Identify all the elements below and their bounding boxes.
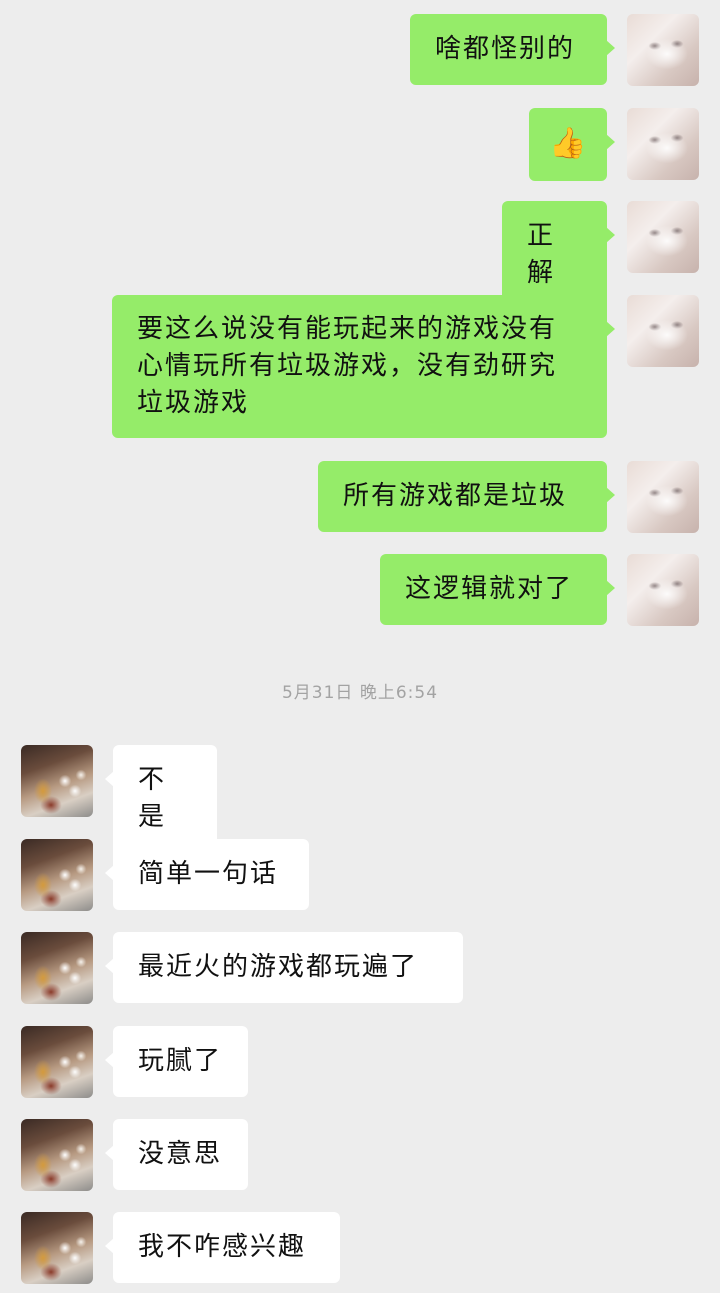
message-text: 没意思 [138,1139,223,1169]
message-bubble-sent[interactable]: 啥都怪别的 [410,14,615,85]
my-avatar[interactable] [627,14,699,86]
message-bubble-sent[interactable]: 要这么说没有能玩起来的游戏没有心情玩所有垃圾游戏，没有劲研究垃圾游戏 [112,295,615,438]
message-bubble-received[interactable]: 没意思 [105,1119,248,1190]
chat-area[interactable]: 啥都怪别的 👍 正解 要这么说没有能玩起来的游戏没有心情玩所有垃圾游戏，没有劲研… [0,0,720,1293]
bubble-tail [105,865,114,881]
bubble-tail [606,487,615,503]
contact-avatar[interactable] [21,839,93,911]
message-text: 啥都怪别的 [435,34,576,64]
message-text: 不是 [138,765,167,832]
message-timestamp: 5月31日 晚上6:54 [281,683,439,703]
message-text: 所有游戏都是垃圾 [343,481,568,511]
my-avatar[interactable] [627,295,699,367]
message-text: 我不咋感兴趣 [138,1232,307,1262]
message-text: 玩腻了 [138,1046,223,1076]
contact-avatar[interactable] [21,1212,93,1284]
message-bubble-sent[interactable]: 👍 [529,108,615,181]
message-bubble-sent[interactable]: 所有游戏都是垃圾 [318,461,615,532]
contact-avatar[interactable] [21,1119,93,1191]
bubble-tail [105,1145,114,1161]
bubble-tail [105,1052,114,1068]
message-text: 正解 [527,221,556,288]
bubble-tail [606,40,615,56]
thumbs-up-icon: 👍 [549,126,589,161]
message-bubble-sent[interactable]: 正解 [502,201,615,309]
message-text: 这逻辑就对了 [405,574,574,604]
bubble-tail [105,1238,114,1254]
bubble-tail [606,227,615,243]
message-bubble-received[interactable]: 最近火的游戏都玩遍了 [105,932,463,1003]
message-bubble-received[interactable]: 玩腻了 [105,1026,248,1097]
my-avatar[interactable] [627,554,699,626]
my-avatar[interactable] [627,201,699,273]
bubble-tail [606,134,615,150]
bubble-tail [606,321,615,337]
bubble-tail [606,580,615,596]
message-text: 简单一句话 [138,859,279,889]
contact-avatar[interactable] [21,1026,93,1098]
bubble-tail [105,958,114,974]
message-bubble-sent[interactable]: 这逻辑就对了 [380,554,615,625]
message-bubble-received[interactable]: 简单一句话 [105,839,309,910]
message-text: 最近火的游戏都玩遍了 [138,952,419,982]
message-text: 要这么说没有能玩起来的游戏没有心情玩所有垃圾游戏，没有劲研究垃圾游戏 [137,314,558,418]
message-bubble-received[interactable]: 我不咋感兴趣 [105,1212,340,1283]
my-avatar[interactable] [627,461,699,533]
contact-avatar[interactable] [21,745,93,817]
my-avatar[interactable] [627,108,699,180]
bubble-tail [105,771,114,787]
message-bubble-received[interactable]: 不是 [105,745,217,853]
contact-avatar[interactable] [21,932,93,1004]
